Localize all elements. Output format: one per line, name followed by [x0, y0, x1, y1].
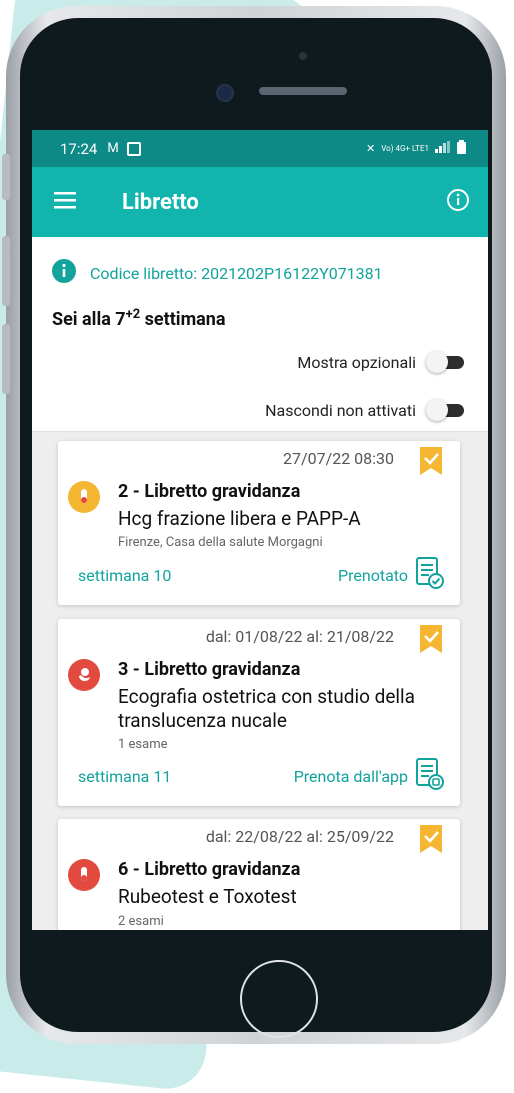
battery-icon: [457, 140, 466, 157]
app-title: Libretto: [122, 189, 199, 215]
network-label: Vo) 4G+ LTE1: [381, 144, 429, 153]
card-title: 6 - Libretto gravidanza: [118, 859, 301, 880]
codice-label: Codice libretto: 2021202P16122Y071381: [90, 263, 383, 283]
toggle-row-non-attivati: Nascondi non attivati: [265, 399, 466, 421]
fetus-icon: [68, 659, 100, 691]
card-subtitle: Firenze, Casa della salute Morgagni: [118, 535, 323, 550]
card-description: Rubeotest e Toxotest: [118, 885, 297, 908]
side-button: [2, 154, 10, 200]
card-subtitle: 2 esami: [118, 914, 164, 929]
status-time: 17:24: [60, 139, 98, 158]
test-tube-icon: [68, 859, 100, 891]
front-camera: [216, 84, 234, 102]
proximity-sensor: [299, 52, 307, 60]
card-title: 3 - Libretto gravidanza: [118, 659, 301, 680]
exam-card[interactable]: 27/07/22 08:30 2 - Libretto gravidanza H…: [58, 441, 460, 605]
card-description: Hcg frazione libera e PAPP-A: [118, 507, 361, 530]
status-bar: 17:24 M ✕ Vo) 4G+ LTE1: [32, 130, 488, 167]
info-icon[interactable]: [446, 188, 470, 216]
card-action-label: Prenota dall'app: [293, 766, 408, 786]
card-title: 2 - Libretto gravidanza: [118, 481, 301, 502]
week-suffix: settimana: [140, 309, 226, 330]
card-week[interactable]: settimana 11: [78, 767, 171, 786]
toggle-row-opzionali: Mostra opzionali: [297, 351, 466, 373]
toggle-label-opzionali: Mostra opzionali: [297, 352, 416, 372]
codice-info-icon: [52, 259, 76, 287]
volume-up-button: [2, 236, 10, 306]
bookmark-check-icon[interactable]: [420, 825, 442, 857]
codice-row: Codice libretto: 2021202P16122Y071381: [52, 259, 383, 287]
signal-icon: [435, 141, 451, 156]
earpiece-speaker: [259, 87, 347, 95]
exam-card[interactable]: dal: 22/08/22 al: 25/09/22 6 - Libretto …: [58, 819, 460, 930]
card-subtitle: 1 esame: [118, 737, 168, 752]
libretto-header: Codice libretto: 2021202P16122Y071381 Se…: [32, 237, 488, 432]
exam-card[interactable]: dal: 01/08/22 al: 21/08/22 3 - Libretto …: [58, 619, 460, 806]
card-date: 27/07/22 08:30: [283, 449, 394, 468]
card-action-label: Prenotato: [338, 565, 408, 585]
home-button[interactable]: [240, 960, 318, 1038]
card-date: dal: 01/08/22 al: 21/08/22: [205, 627, 394, 646]
card-action[interactable]: Prenotato: [338, 557, 444, 593]
week-prefix: Sei alla 7: [52, 309, 126, 330]
card-date: dal: 22/08/22 al: 25/09/22: [205, 827, 394, 846]
card-description: Ecografia ostetrica con studio della tra…: [118, 685, 415, 732]
mute-icon: ✕: [366, 142, 376, 155]
week-label: Sei alla 7+2 settimana: [52, 307, 226, 330]
app-bar: Libretto: [32, 167, 488, 237]
card-action[interactable]: Prenota dall'app: [294, 758, 444, 794]
booked-document-icon: [416, 557, 444, 593]
notification-icon: [126, 141, 141, 156]
toggle-label-non-attivati: Nascondi non attivati: [265, 400, 416, 420]
status-icons: ✕ Vo) 4G+ LTE1: [366, 140, 466, 157]
toggle-opzionali[interactable]: [426, 351, 466, 373]
card-week[interactable]: settimana 10: [78, 566, 171, 585]
test-tube-icon: [68, 481, 100, 513]
bookmark-check-icon[interactable]: [420, 625, 442, 657]
toggle-non-attivati[interactable]: [426, 399, 466, 421]
book-document-icon: [416, 758, 444, 794]
week-sup: +2: [125, 307, 141, 322]
app-screen: 17:24 M ✕ Vo) 4G+ LTE1 Libretto Codice l…: [32, 130, 488, 930]
gmail-icon: M: [107, 141, 119, 156]
volume-down-button: [2, 324, 10, 394]
menu-icon[interactable]: [54, 191, 78, 213]
bookmark-check-icon[interactable]: [420, 447, 442, 479]
